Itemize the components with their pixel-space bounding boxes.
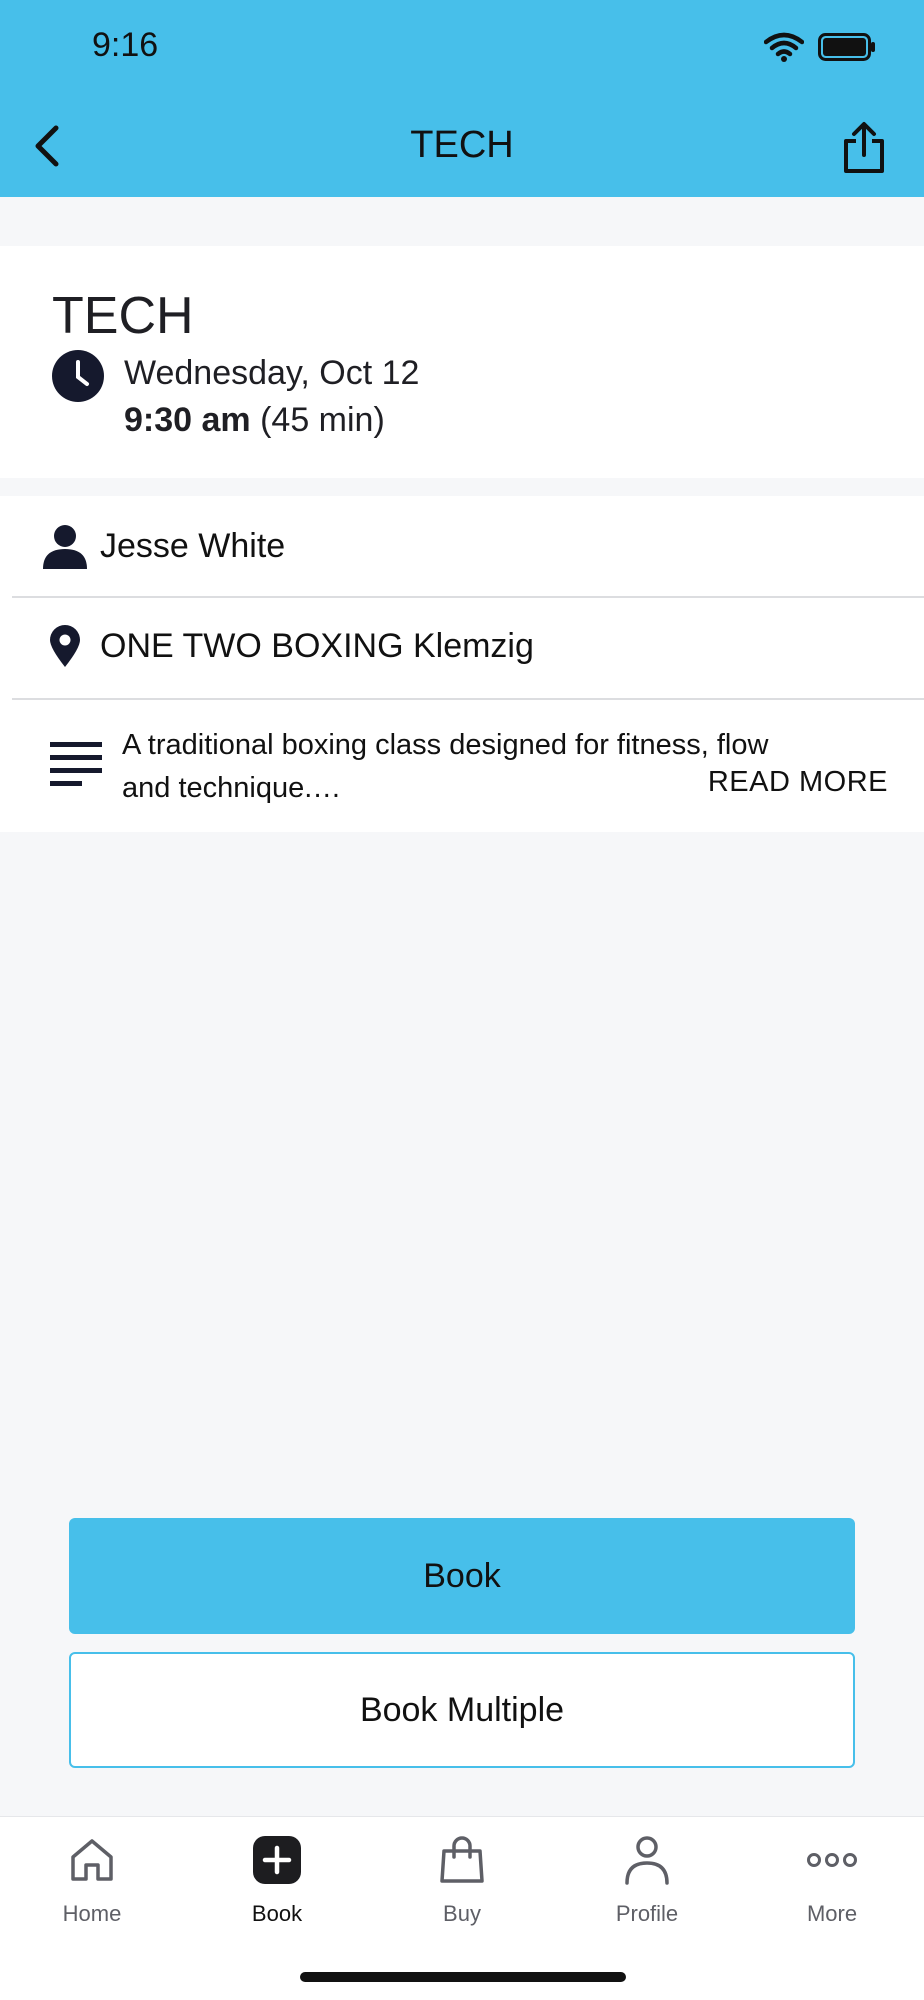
tab-buy[interactable]: Buy bbox=[392, 1833, 532, 1943]
class-duration: (45 min) bbox=[260, 401, 385, 439]
tab-label: More bbox=[806, 1901, 858, 1926]
book-button[interactable]: Book bbox=[69, 1518, 855, 1634]
tab-label: Profile bbox=[615, 1901, 679, 1926]
location-row[interactable]: ONE TWO BOXING Klemzig bbox=[0, 620, 924, 672]
tab-home[interactable]: Home bbox=[22, 1833, 162, 1943]
tab-label: Buy bbox=[443, 1901, 481, 1926]
class-title: TECH bbox=[52, 287, 194, 345]
divider bbox=[12, 698, 924, 700]
share-icon bbox=[844, 122, 884, 173]
tab-profile[interactable]: Profile bbox=[577, 1833, 717, 1943]
instructor-name: Jesse White bbox=[100, 526, 286, 565]
wifi-icon bbox=[763, 32, 805, 67]
class-summary-card: TECH Wednesday, Oct 12 9:30 am (45 min) bbox=[0, 246, 924, 478]
person-icon bbox=[620, 1833, 674, 1887]
class-date: Wednesday, Oct 12 bbox=[124, 354, 420, 392]
class-time-line: 9:30 am (45 min) bbox=[124, 401, 385, 440]
class-detail-screen: 9:16 TECH TECH Wednesday, Oct 12 9:30 am… bbox=[0, 0, 924, 2000]
tab-label: Home bbox=[62, 1901, 122, 1926]
location-name: ONE TWO BOXING Klemzig bbox=[100, 626, 534, 665]
book-multiple-button[interactable]: Book Multiple bbox=[69, 1652, 855, 1768]
battery-icon bbox=[818, 33, 876, 66]
location-pin-icon bbox=[50, 625, 80, 667]
tab-more[interactable]: More bbox=[762, 1833, 902, 1943]
class-time: 9:30 am bbox=[124, 401, 251, 439]
shopping-bag-icon bbox=[435, 1833, 489, 1887]
tab-label: Book bbox=[251, 1901, 303, 1926]
class-details: Jesse White ONE TWO BOXING Klemzig A tra… bbox=[0, 496, 924, 832]
home-icon bbox=[65, 1833, 119, 1887]
description-lines-icon bbox=[50, 742, 102, 786]
app-header: 9:16 TECH bbox=[0, 0, 924, 197]
plus-square-icon bbox=[250, 1833, 304, 1887]
person-icon bbox=[43, 525, 87, 569]
status-time: 9:16 bbox=[92, 26, 159, 64]
instructor-row[interactable]: Jesse White bbox=[0, 520, 924, 572]
home-indicator bbox=[300, 1972, 626, 1982]
tab-book[interactable]: Book bbox=[207, 1833, 347, 1943]
nav-title: TECH bbox=[410, 124, 514, 166]
status-icons bbox=[763, 32, 876, 67]
divider bbox=[12, 596, 924, 598]
clock-icon bbox=[52, 350, 104, 402]
read-more-link[interactable]: READ MORE bbox=[708, 766, 888, 799]
share-button[interactable] bbox=[834, 116, 894, 180]
more-dots-icon bbox=[805, 1833, 859, 1887]
